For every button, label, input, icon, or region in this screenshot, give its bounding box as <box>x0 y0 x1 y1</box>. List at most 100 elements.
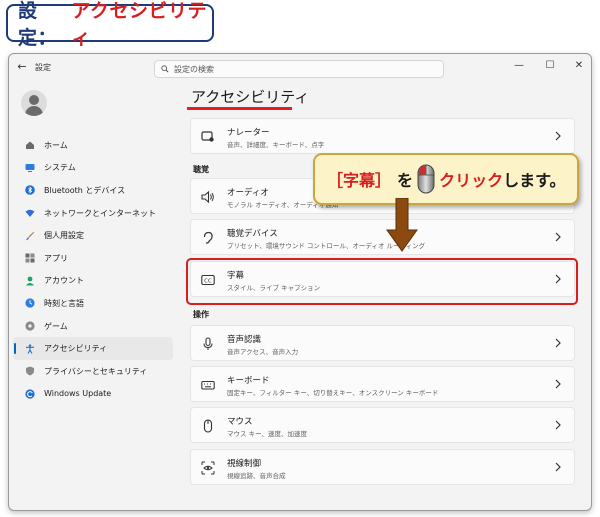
callout-particle: を <box>397 171 414 190</box>
speaker-icon <box>201 190 214 204</box>
sidebar-item-time-language[interactable]: 時刻と言語 <box>13 292 173 315</box>
card-title: 視線制御 <box>227 459 262 469</box>
sidebar-item-label: アカウント <box>44 276 84 286</box>
card-subtitle: 音声アクセス、音声入力 <box>227 348 299 356</box>
shield-icon <box>26 366 34 376</box>
sidebar-item-label: アプリ <box>44 253 68 263</box>
sidebar-item-privacy-security[interactable]: プライバシーとセキュリティ <box>13 360 173 383</box>
cc-icon: CC <box>201 274 215 286</box>
search-placeholder: 設定の検索 <box>174 64 214 74</box>
sidebar-item-label: ゲーム <box>44 321 68 331</box>
gamepad-icon <box>25 321 35 331</box>
chevron-right-icon <box>555 274 561 284</box>
card-narrator[interactable]: ナレーター 音声、詳細度、キーボード、点字 <box>190 118 575 154</box>
section-interaction: 操作 <box>193 310 209 319</box>
user-avatar[interactable] <box>21 90 47 116</box>
sidebar-item-accessibility[interactable]: アクセシビリティ <box>13 337 173 360</box>
mouse-click-icon <box>417 164 435 194</box>
sidebar-item-gaming[interactable]: ゲーム <box>13 315 173 338</box>
brush-icon <box>25 231 35 240</box>
sidebar-item-label: ホーム <box>44 140 68 150</box>
title-bar: ← 設定 設定の検索 — ☐ ✕ <box>9 54 591 82</box>
ear-icon <box>203 231 213 244</box>
banner-title: アクセシビリティ <box>71 0 207 49</box>
card-subtitle: 音声、詳細度、キーボード、点字 <box>227 141 325 149</box>
card-subtitle: マウス キー、速度、加速度 <box>227 430 308 438</box>
card-hearing-devices[interactable]: 聴覚デバイス プリセット、環境サウンド コントロール、オーディオ ルーティング <box>190 219 575 255</box>
sidebar-item-system[interactable]: システム <box>13 157 173 180</box>
card-eye-control[interactable]: 視線制御 視線追跡、音声合成 <box>190 449 575 485</box>
monitor-icon <box>25 163 35 172</box>
home-icon <box>26 141 34 150</box>
sidebar-item-label: プライバシーとセキュリティ <box>44 366 148 376</box>
microphone-icon <box>203 337 213 350</box>
section-hearing: 聴覚 <box>193 165 209 174</box>
sidebar-item-bluetooth[interactable]: Bluetooth とデバイス <box>13 179 173 202</box>
card-subtitle: スタイル、ライブ キャプション <box>227 284 321 292</box>
sidebar-nav: ホーム システム Bluetooth とデバイス ネットワークとインターネット … <box>9 134 177 405</box>
sidebar-item-windows-update[interactable]: Windows Update <box>13 383 173 406</box>
bluetooth-icon <box>25 185 35 196</box>
sidebar-item-label: 時刻と言語 <box>44 298 84 308</box>
callout-target: 字幕 <box>343 171 376 190</box>
sidebar-item-label: ネットワークとインターネット <box>44 208 156 218</box>
back-button[interactable]: ← <box>15 60 29 74</box>
chevron-right-icon <box>555 232 561 242</box>
card-speech[interactable]: 音声認識 音声アクセス、音声入力 <box>190 325 575 361</box>
card-keyboard[interactable]: キーボード 固定キー、フィルター キー、切り替えキー、オンスクリーン キーボード <box>190 366 575 402</box>
mouse-icon <box>203 419 213 433</box>
svg-text:CC: CC <box>204 279 212 285</box>
card-title: キーボード <box>227 376 270 386</box>
title-underline <box>187 107 292 110</box>
card-title: ナレーター <box>227 128 270 138</box>
callout-action: クリック <box>439 171 504 190</box>
instruction-callout: ［ 字幕 ］ を クリック します。 <box>313 153 579 205</box>
banner-prefix: 設定： <box>18 0 58 49</box>
card-title: 音声認識 <box>227 335 262 345</box>
card-subtitle: 固定キー、フィルター キー、切り替えキー、オンスクリーン キーボード <box>227 389 439 397</box>
sidebar-item-label: システム <box>44 163 76 173</box>
search-input[interactable]: 設定の検索 <box>154 60 444 78</box>
card-title: 聴覚デバイス <box>227 229 278 239</box>
time-language-icon <box>25 298 35 309</box>
sidebar-item-label: アクセシビリティ <box>44 344 108 354</box>
chevron-right-icon <box>555 420 561 430</box>
sidebar-item-network[interactable]: ネットワークとインターネット <box>13 202 173 225</box>
sidebar-item-label: Bluetooth とデバイス <box>44 185 126 195</box>
minimize-button[interactable]: — <box>511 58 527 74</box>
card-captions[interactable]: CC 字幕 スタイル、ライブ キャプション <box>190 261 575 297</box>
keyboard-icon <box>201 380 215 390</box>
card-title: オーディオ <box>227 188 269 198</box>
chevron-right-icon <box>555 338 561 348</box>
apps-icon <box>25 253 35 263</box>
maximize-button[interactable]: ☐ <box>542 58 558 74</box>
callout-close-bracket: ］ <box>375 171 392 190</box>
account-icon <box>26 276 34 286</box>
sidebar-item-apps[interactable]: アプリ <box>13 247 173 270</box>
search-icon <box>161 65 169 73</box>
sidebar-item-personalization[interactable]: 個人用設定 <box>13 224 173 247</box>
app-title: 設定 <box>35 63 51 72</box>
update-icon <box>25 389 35 399</box>
eye-control-icon <box>201 461 215 475</box>
card-subtitle: 視線追跡、音声合成 <box>227 472 286 480</box>
settings-window: ← 設定 設定の検索 — ☐ ✕ ホーム システム Bluetooth とデバイ… <box>8 53 592 511</box>
sidebar-item-label: 個人用設定 <box>44 231 84 241</box>
close-button[interactable]: ✕ <box>571 58 587 74</box>
chevron-right-icon <box>555 462 561 472</box>
card-title: マウス <box>227 417 253 427</box>
accessibility-icon <box>26 344 34 354</box>
card-title: 字幕 <box>227 271 245 281</box>
chevron-right-icon <box>555 379 561 389</box>
sidebar-item-home[interactable]: ホーム <box>13 134 173 157</box>
callout-rest: します。 <box>503 171 566 190</box>
page-title: アクセシビリティ <box>191 88 310 106</box>
chevron-right-icon <box>555 131 561 141</box>
callout-open-bracket: ［ <box>327 171 344 190</box>
narrator-icon <box>201 131 214 142</box>
sidebar-item-accounts[interactable]: アカウント <box>13 270 173 293</box>
sidebar-item-label: Windows Update <box>44 389 112 399</box>
wifi-icon <box>25 209 35 218</box>
pointer-arrow <box>386 198 418 252</box>
card-mouse[interactable]: マウス マウス キー、速度、加速度 <box>190 407 575 443</box>
